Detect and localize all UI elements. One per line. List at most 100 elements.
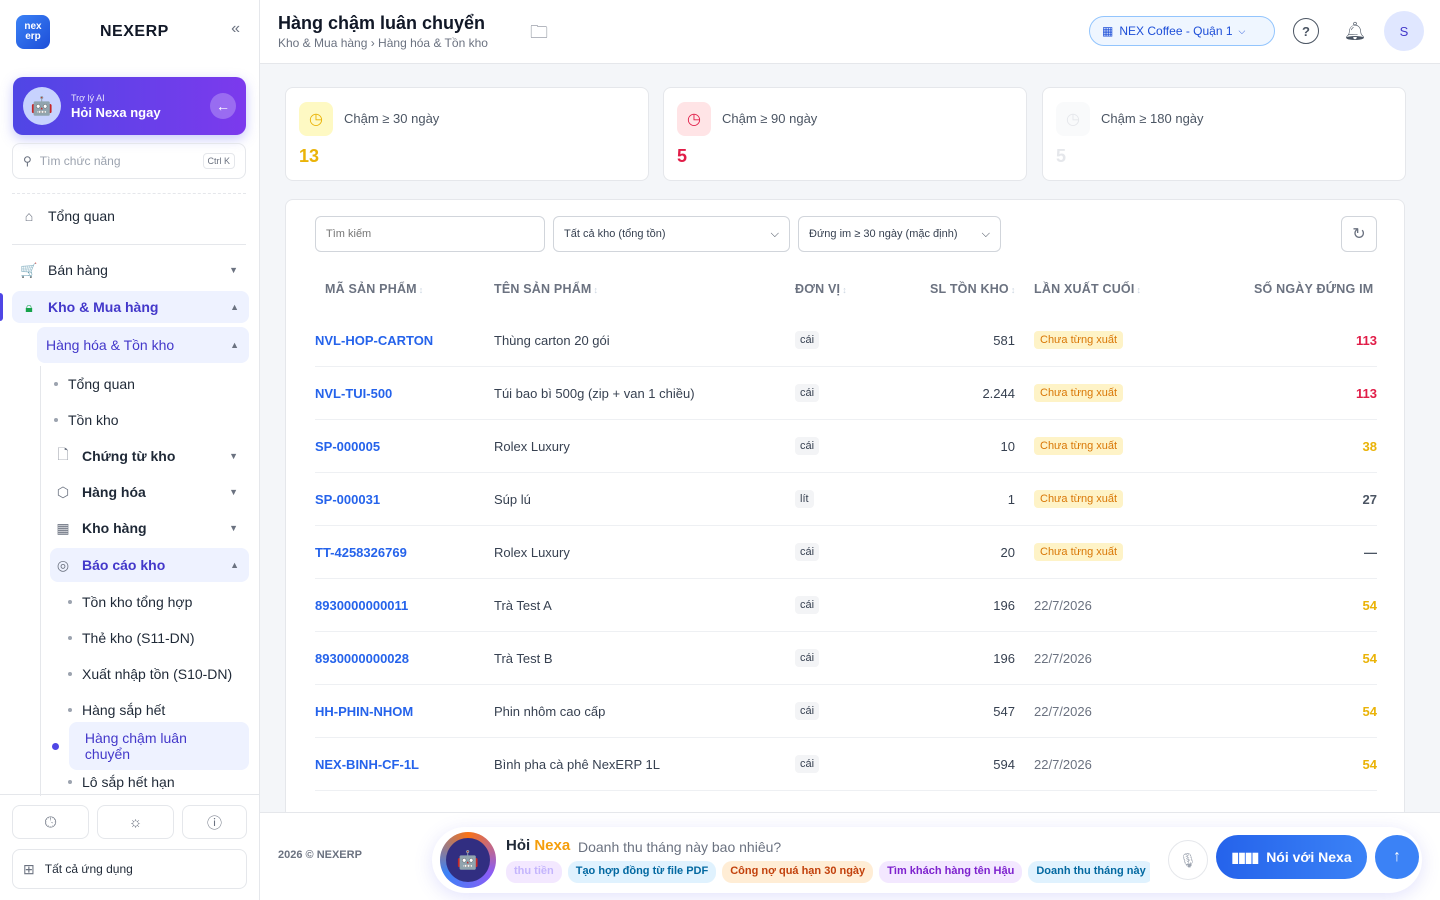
sidebar-report-item-active[interactable]: Hàng chậm luân chuyển bbox=[50, 722, 249, 770]
column-header-code[interactable]: MÃ SẢN PHẨM ↕ bbox=[325, 282, 424, 296]
sidebar-item-goods-stock[interactable]: Hàng hóa & Tồn kho ▲ bbox=[37, 327, 249, 363]
stat-label: Chậm ≥ 90 ngày bbox=[722, 111, 818, 126]
page-title: Hàng chậm luân chuyển bbox=[278, 13, 486, 33]
badge-text: Chưa từng xuất bbox=[1034, 384, 1124, 402]
store-icon: ▦ bbox=[1102, 24, 1114, 38]
bullet bbox=[68, 672, 72, 676]
badge-text: Chưa từng xuất bbox=[1034, 331, 1124, 349]
send-button[interactable]: ↑ bbox=[1375, 835, 1419, 879]
stat-value: 5 bbox=[1056, 146, 1067, 166]
product-code-link[interactable]: TT-4258326769 bbox=[315, 526, 407, 578]
table-row[interactable]: TT-4258326769 Rolex Luxury cái 20 Chưa từng … bbox=[315, 526, 1377, 579]
theme-button[interactable]: ☼ bbox=[97, 805, 174, 839]
sidebar-item-label: Hàng sắp hết bbox=[82, 702, 166, 718]
active-bullet bbox=[52, 742, 59, 750]
suggestion-chip[interactable]: Tìm khách hàng tên Hậu bbox=[879, 861, 1023, 883]
ask-question-input[interactable]: Doanh thu tháng này bao nhiêu? bbox=[578, 839, 781, 855]
sidebar-item-label: Bán hàng bbox=[48, 262, 108, 278]
product-code-link[interactable]: HH-PHIN-NHOM bbox=[315, 685, 413, 737]
arrow-left-icon[interactable]: ← bbox=[210, 93, 236, 119]
column-header-label: SL TỒN KHO bbox=[930, 282, 1009, 296]
sidebar-item-overview[interactable]: ⌂ Tổng quan bbox=[0, 202, 260, 230]
column-header-name[interactable]: TÊN SẢN PHẨM ↕ bbox=[494, 282, 598, 296]
sidebar-item-label: Xuất nhập tồn (S10-DN) bbox=[82, 666, 233, 682]
chevron-down-icon: ⌵ bbox=[981, 227, 990, 240]
breadcrumb[interactable]: Kho & Mua hàng › Hàng hóa & Tồn kho bbox=[278, 36, 488, 50]
product-name: Trà Test B bbox=[494, 650, 553, 666]
table-row[interactable]: SP-000031 Súp lú lít 1 Chưa từng xuất 27 bbox=[315, 473, 1377, 526]
home-icon: ⌂ bbox=[24, 208, 34, 224]
sidebar-item-sales[interactable]: 🛒 Bán hàng ▼ bbox=[0, 256, 260, 284]
function-search-input[interactable]: ⚲ Tìm chức năng Ctrl K bbox=[12, 143, 246, 179]
refresh-button[interactable]: ↻ bbox=[1341, 216, 1377, 252]
column-header-idle-days[interactable]: SỐ NGÀY ĐỨNG IM bbox=[1254, 282, 1373, 296]
sort-icon: ↕ bbox=[1136, 285, 1142, 295]
column-header-unit[interactable]: ĐƠN VỊ ↕ bbox=[795, 282, 847, 296]
table-row[interactable]: NVL-HOP-CARTON Thùng carton 20 gói cái 581 C… bbox=[315, 314, 1377, 367]
sidebar-item-goods[interactable]: ⬡ Hàng hóa ▼ bbox=[0, 480, 260, 504]
product-code-link[interactable]: SP-000005 bbox=[315, 420, 380, 472]
attach-button[interactable]: 🎙︎ bbox=[1168, 840, 1208, 880]
suggestion-chip[interactable]: Công nợ quá hạn 30 ngày bbox=[722, 861, 874, 883]
divider bbox=[12, 244, 246, 245]
unit-badge: cái bbox=[795, 738, 820, 790]
all-apps-button[interactable]: ⊞ Tất cả ứng dụng bbox=[12, 849, 247, 889]
never-exported-badge: Chưa từng xuất bbox=[1034, 314, 1124, 366]
sidebar-item-stock-docs[interactable]: 🗋 Chứng từ kho ▼ bbox=[0, 444, 260, 468]
ask-nexa-bar[interactable]: 🤖 Hỏi Nexa Doanh thu tháng này bao nhiêu… bbox=[432, 827, 1422, 893]
sidebar-item-label: Kho hàng bbox=[82, 520, 147, 536]
suggestion-chips: thu tiền Tạo hợp đồng từ file PDF Công nợ … bbox=[506, 861, 1150, 883]
search-icon: ⚲ bbox=[23, 154, 32, 168]
stat-label: Chậm ≥ 30 ngày bbox=[344, 111, 440, 126]
ai-assistant-card[interactable]: 🤖 Trợ lý AI Hỏi Nexa ngay ← bbox=[13, 77, 246, 135]
product-code-link[interactable]: SP-000031 bbox=[315, 473, 380, 525]
sidebar-item-label: Hàng hóa bbox=[82, 484, 146, 500]
idle-days-select[interactable]: Đứng im ≥ 30 ngày (mặc định) ⌵ bbox=[798, 216, 1001, 252]
column-header-last-export[interactable]: LẦN XUẤT CUỐI ↕ bbox=[1034, 282, 1141, 296]
user-avatar[interactable]: S bbox=[1384, 11, 1424, 51]
sidebar-item-label: Tồn kho tổng hợp bbox=[82, 594, 193, 610]
table-row[interactable]: NEX-BINH-CF-1L Bình pha cà phê NexERP 1L c… bbox=[315, 738, 1377, 791]
sidebar-item-stock[interactable]: Tồn kho bbox=[0, 408, 260, 432]
sidebar-report-item[interactable]: Tồn kho tổng hợp bbox=[0, 590, 260, 614]
table-row[interactable]: HH-PHIN-NHOM Phin nhôm cao cấp cái 547 22/7/… bbox=[315, 685, 1377, 738]
sidebar-report-item[interactable]: Thẻ kho (S11-DN) bbox=[0, 626, 260, 650]
sidebar-report-item[interactable]: Lô sắp hết hạn bbox=[0, 770, 260, 794]
ask-title: Hỏi Nexa bbox=[506, 837, 570, 854]
help-icon[interactable]: ? bbox=[1293, 18, 1319, 44]
sidebar-report-item[interactable]: Xuất nhập tồn (S10-DN) bbox=[0, 662, 260, 686]
folder-icon[interactable]: 🗀 bbox=[530, 20, 548, 50]
collapse-sidebar-icon[interactable]: « bbox=[231, 20, 240, 38]
product-code-link[interactable]: NEX-BINH-CF-1L bbox=[315, 738, 419, 790]
column-header-qty[interactable]: SL TỒN KHO ↕ bbox=[930, 282, 1016, 296]
product-code-link[interactable]: 8930000000011 bbox=[315, 579, 408, 631]
table-row[interactable]: 8930000000028 Trà Test B cái 196 22/7/2026 54 bbox=[315, 632, 1377, 685]
table-row[interactable]: NVL-TUI-500 Túi bao bì 500g (zip + van 1 … bbox=[315, 367, 1377, 420]
sidebar-item-stock-reports[interactable]: ◎ Báo cáo kho ▲ bbox=[50, 548, 249, 582]
sidebar-item-warehouse[interactable]: 🔒︎ Kho & Mua hàng ▲ bbox=[12, 291, 249, 323]
warehouse-select[interactable]: Tất cả kho (tổng tồn) ⌵ bbox=[553, 216, 790, 252]
product-code-link[interactable]: NVL-TUI-500 bbox=[315, 367, 392, 419]
chevron-up-icon: ▲ bbox=[230, 340, 239, 350]
table-row[interactable]: SP-000005 Rolex Luxury cái 10 Chưa từng xuất… bbox=[315, 420, 1377, 473]
nexerp-logo[interactable]: nex erp bbox=[16, 15, 50, 49]
history-button[interactable]: 🕓︎ bbox=[12, 805, 89, 839]
alert-button[interactable]: ⓘ bbox=[182, 805, 247, 839]
sidebar-item-sub-overview[interactable]: Tổng quan bbox=[0, 372, 260, 396]
sidebar-item-warehouses[interactable]: ▦ Kho hàng ▼ bbox=[0, 516, 260, 540]
suggestion-chip[interactable]: Tạo hợp đồng từ file PDF bbox=[567, 861, 717, 883]
table-row[interactable]: 8930000000011 Trà Test A cái 196 22/7/2026 54 bbox=[315, 579, 1377, 632]
product-code-link[interactable]: NVL-HOP-CARTON bbox=[315, 314, 433, 366]
unit-badge: cái bbox=[795, 579, 820, 631]
suggestion-chip[interactable]: Doanh thu tháng này bbox=[1028, 861, 1150, 883]
stat-card-180: ◷ Chậm ≥ 180 ngày 5 bbox=[1042, 87, 1406, 181]
suggestion-chip[interactable]: thu tiền bbox=[506, 861, 562, 883]
talk-to-nexa-button[interactable]: ▮▮▮▮ Nói với Nexa bbox=[1216, 835, 1367, 879]
sidebar-report-item[interactable]: Hàng sắp hết bbox=[0, 698, 260, 722]
bell-icon[interactable]: 🔔︎ bbox=[1342, 18, 1368, 44]
search-input[interactable] bbox=[315, 216, 545, 252]
bullet bbox=[54, 418, 58, 422]
product-code-link[interactable]: 8930000000028 bbox=[315, 632, 409, 684]
unit-text: cái bbox=[795, 755, 820, 773]
store-selector[interactable]: ▦ NEX Coffee - Quận 1 ⌵ bbox=[1089, 16, 1275, 46]
